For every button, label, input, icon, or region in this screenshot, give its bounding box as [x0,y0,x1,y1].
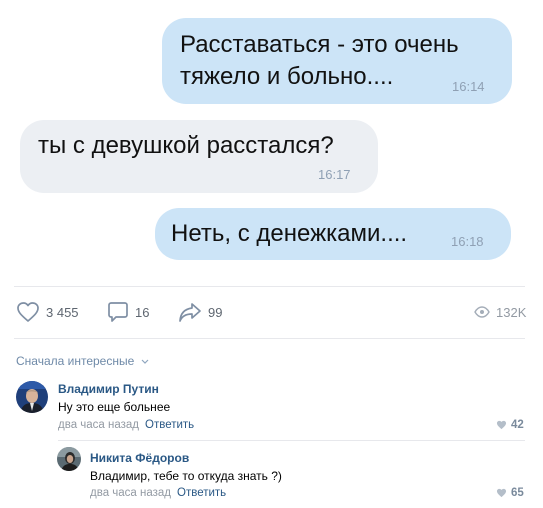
message-bubble-incoming: ты с девушкой расстался? 16:17 [20,120,378,193]
share-count: 99 [208,304,223,320]
comment-like-count: 42 [511,419,524,431]
comment-icon [108,302,128,322]
message-text-line-2: тяжело и больно.... [180,63,394,90]
eye-icon [474,306,490,318]
divider [58,440,525,441]
message-time: 16:17 [318,167,351,182]
comment-like-button[interactable]: 42 [496,419,524,431]
chevron-down-icon [141,359,149,364]
comment-author[interactable]: Владимир Путин [58,382,159,396]
avatar[interactable] [16,381,48,413]
comment-time[interactable]: два часа назад [90,487,171,499]
views-counter: 132K [474,300,526,324]
comment-sort-dropdown[interactable]: Сначала интересные [16,354,149,368]
message-bubble-outgoing-1: Расставаться - это очень тяжело и больно… [162,18,512,104]
comment-like-count: 65 [511,487,524,499]
message-bubble-outgoing-2: Неть, с денежками.... 16:18 [155,208,511,260]
like-count: 3 455 [46,304,79,320]
comment-meta: два часа назад Ответить [90,487,226,499]
sort-label: Сначала интересные [16,354,135,368]
message-time: 16:18 [451,234,484,249]
heart-icon [496,488,507,498]
share-button[interactable]: 99 [178,300,222,324]
comment-meta: два часа назад Ответить [58,419,194,431]
heart-icon [17,302,39,322]
divider [14,286,525,287]
comment-text: Ну это еще больнее [58,400,171,414]
reply-button[interactable]: Ответить [177,487,226,499]
reply-button[interactable]: Ответить [145,419,194,431]
message-text: ты с девушкой расстался? [38,132,334,159]
message-text: Неть, с денежками.... [171,220,408,247]
comment-author[interactable]: Никита Фёдоров [90,451,189,465]
like-button[interactable]: 3 455 [16,300,79,324]
comment-time[interactable]: два часа назад [58,419,139,431]
heart-icon [496,420,507,430]
comment-like-button[interactable]: 65 [496,487,524,499]
comment-text: Владимир, тебе то откуда знать ?) [90,469,282,483]
share-icon [179,303,201,322]
message-time: 16:14 [452,79,485,94]
comment-button[interactable]: 16 [107,300,149,324]
message-text-line-1: Расставаться - это очень [180,31,459,58]
divider [14,338,525,339]
avatar[interactable] [57,447,81,471]
comment-count: 16 [135,304,150,320]
views-count: 132K [496,304,527,320]
